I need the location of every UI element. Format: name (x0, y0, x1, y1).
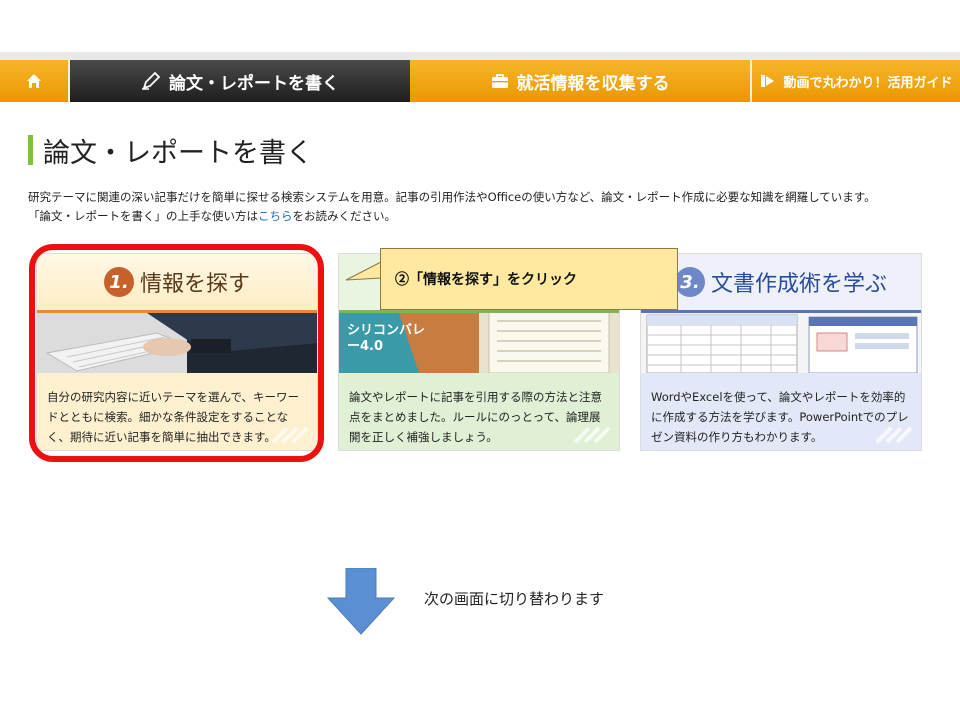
card-image-caption: シリコンバレー4.0 (347, 323, 426, 354)
card-header: 1. 情報を探す (37, 254, 317, 310)
card-title: 3. 文書作成術を学ぶ (674, 266, 887, 298)
instruction-callout: ②「情報を探す」をクリック (380, 248, 678, 310)
page-title: 論文・レポートを書く (28, 133, 313, 169)
card-writing-skills[interactable]: 3. 文書作成術を学ぶ WordやExcelを使って、論文やレポートを効率的に作… (640, 253, 922, 451)
card-title: 1. 情報を探す (103, 266, 250, 298)
callout-text: ②「情報を探す」をクリック (395, 272, 577, 288)
title-accent-bar (28, 135, 33, 165)
description-line-2: 「論文・レポートを書く」の上手な使い方はこちらをお読みください。 (28, 207, 928, 226)
nav-tab-guide-label: 動画で丸わかり！活用ガイド (783, 75, 953, 91)
nav-tab-job-label: 就活情報を収集する (516, 73, 670, 94)
nav-tab-write[interactable]: 論文・レポートを書く (70, 60, 410, 102)
down-arrow-icon (326, 568, 396, 635)
video-icon (761, 75, 775, 87)
home-icon (27, 74, 41, 88)
briefcase-icon (491, 74, 508, 88)
description-text-end: をお読みください。 (292, 209, 397, 223)
card-number-badge: 1. (103, 267, 134, 297)
pen-icon (142, 72, 161, 90)
usage-guide-link[interactable]: こちら (258, 209, 293, 223)
card-search-info[interactable]: 1. 情報を探す 自分の研究内容に近いテーマを選んで、キーワードとともに検索。細… (36, 253, 318, 451)
top-strip (0, 52, 960, 60)
main-nav: 論文・レポートを書く 就活情報を収集する 動画で丸わかり！活用ガイド (0, 60, 960, 102)
card-corner-decoration (573, 426, 611, 444)
callout-pointer (345, 261, 383, 281)
card-corner-decoration (271, 426, 309, 444)
description-line-1: 研究テーマに関連の深い記事だけを簡単に探せる検索システムを用意。記事の引用作法や… (28, 190, 876, 204)
card-image-keyboard (37, 313, 317, 373)
card-number-badge: 3. (674, 267, 705, 297)
description-text: 「論文・レポートを書く」の上手な使い方は (28, 209, 258, 223)
card-title-text: 情報を探す (139, 272, 250, 297)
nav-tab-job[interactable]: 就活情報を収集する (410, 60, 752, 102)
card-corner-decoration (875, 426, 913, 444)
card-title-text: 文書作成術を学ぶ (710, 272, 887, 297)
card-header: 3. 文書作成術を学ぶ (641, 254, 921, 310)
card-image-spreadsheet (641, 313, 921, 373)
next-screen-note: 次の画面に切り替わります (424, 590, 605, 608)
page-title-text: 論文・レポートを書く (43, 137, 313, 169)
page-description: 研究テーマに関連の深い記事だけを簡単に探せる検索システムを用意。記事の引用作法や… (28, 188, 928, 226)
nav-home-button[interactable] (0, 60, 70, 102)
card-image-magazine: シリコンバレー4.0 (339, 313, 619, 373)
nav-tab-guide[interactable]: 動画で丸わかり！活用ガイド (752, 60, 960, 102)
nav-tab-write-label: 論文・レポートを書く (169, 73, 339, 94)
